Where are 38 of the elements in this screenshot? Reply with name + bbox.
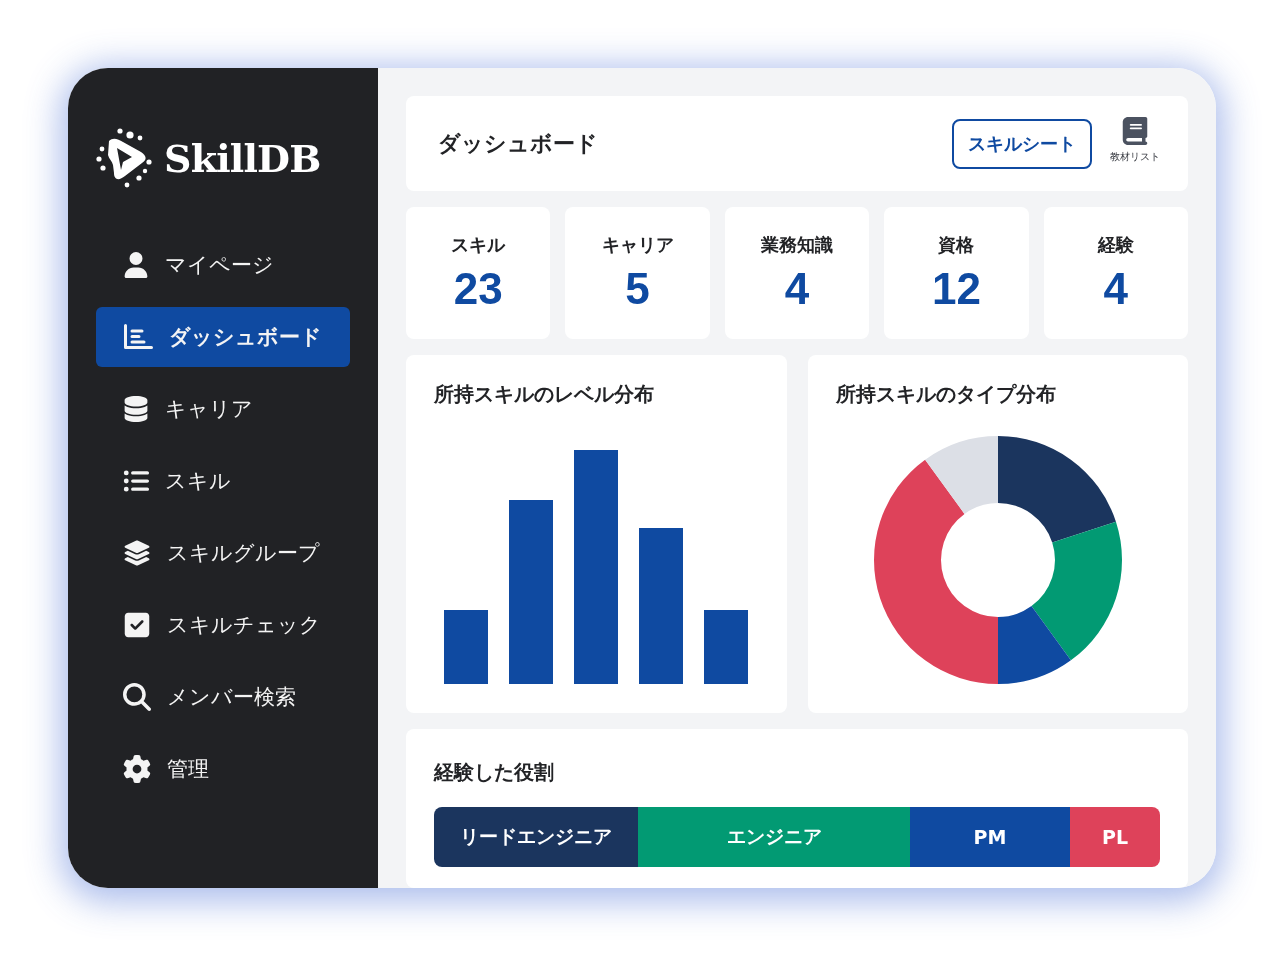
role-segment: エンジニア xyxy=(638,807,910,867)
user-icon xyxy=(123,252,149,278)
nav-item[interactable]: 管理 xyxy=(96,739,350,799)
nav-item[interactable]: スキルチェック xyxy=(96,595,350,655)
nav-item[interactable]: マイページ xyxy=(96,235,350,295)
database-icon xyxy=(123,396,149,422)
search-icon xyxy=(123,683,151,711)
stat-value: 4 xyxy=(784,267,810,311)
book-icon xyxy=(1121,117,1149,145)
nav-item[interactable]: キャリア xyxy=(96,379,350,439)
layers-icon xyxy=(123,539,151,567)
chart-title: 所持スキルのレベル分布 xyxy=(434,381,655,407)
nav-item[interactable]: メンバー検索 xyxy=(96,667,350,727)
role-segment: リードエンジニア xyxy=(434,807,638,867)
stat-label: キャリア xyxy=(601,233,674,257)
stat-label: 資格 xyxy=(938,233,975,257)
logo-text: SkillDB xyxy=(164,135,321,181)
chart-title: 所持スキルのタイプ分布 xyxy=(835,381,1057,407)
stat-label: スキル xyxy=(451,233,506,257)
role-segment: PM xyxy=(910,807,1070,867)
materials-button[interactable]: 教材リスト xyxy=(1110,117,1160,164)
page-title: ダッシュボード xyxy=(438,129,599,158)
nav-item[interactable]: スキルグループ xyxy=(96,523,350,583)
nav-item[interactable]: スキル xyxy=(96,451,350,511)
bar-chart-icon xyxy=(123,324,153,350)
stat-label: 経験 xyxy=(1097,233,1134,257)
roles-title: 経験した役割 xyxy=(434,759,555,785)
settings-icon xyxy=(123,755,151,783)
role-segment: PL xyxy=(1070,807,1160,867)
checkbox-icon xyxy=(123,611,151,639)
stat-value: 23 xyxy=(453,267,503,311)
stat-value: 12 xyxy=(931,267,981,311)
nav-item[interactable]: ダッシュボード xyxy=(96,307,350,367)
stat-value: 5 xyxy=(625,267,650,311)
stat-label: 業務知識 xyxy=(761,233,833,257)
skill-sheet-button[interactable]: スキルシート xyxy=(952,118,1092,169)
list-icon xyxy=(123,468,149,494)
stat-value: 4 xyxy=(1103,267,1129,311)
